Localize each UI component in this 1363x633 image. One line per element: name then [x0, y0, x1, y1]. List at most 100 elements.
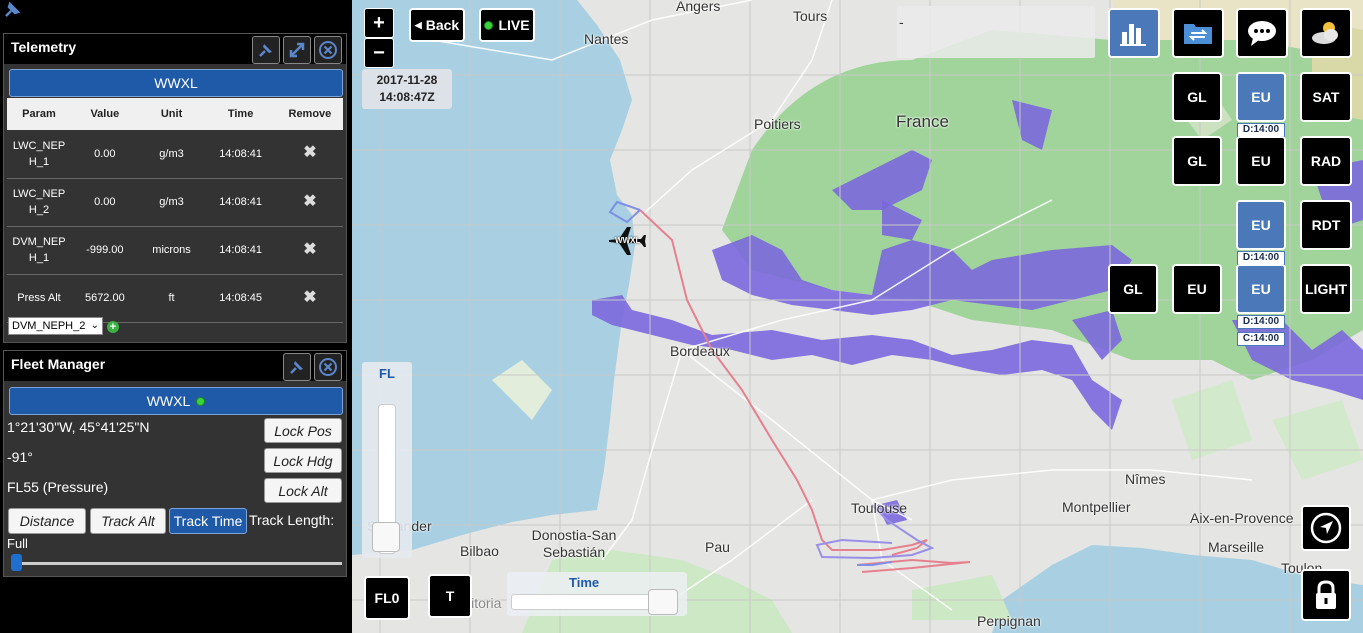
flight-level-slider-handle[interactable] [372, 522, 400, 552]
layer-sat-button[interactable]: SAT [1300, 72, 1352, 122]
add-param-icon[interactable]: + [107, 321, 119, 333]
zoom-in-button[interactable]: + [364, 8, 394, 38]
telemetry-registration-bar[interactable]: WWXL [9, 69, 343, 97]
table-row: LWC_NEPH_1 0.00 g/m3 14:08:41 ✖ [7, 130, 343, 179]
layer-time-badge: D:14:00 [1237, 251, 1285, 265]
status-dot-icon [196, 396, 206, 406]
param-name: LWC_NEPH_1 [7, 130, 71, 179]
layer-eu-button[interactable]: EU [1236, 200, 1286, 250]
telemetry-header: Telemetry [4, 34, 346, 64]
param-time: 14:08:41 [204, 226, 277, 275]
navigate-icon [1310, 512, 1342, 544]
search-input[interactable]: - [897, 6, 1095, 58]
remove-button[interactable]: ✖ [276, 226, 343, 275]
datetime-display: 2017-11-28 14:08:47Z [362, 69, 452, 109]
chat-button[interactable] [1236, 8, 1288, 58]
city-label: Nîmes [1125, 471, 1166, 487]
city-label: Montpellier [1062, 499, 1131, 515]
aircraft-altitude: FL55 (Pressure) [7, 479, 109, 495]
telemetry-expand-button[interactable] [283, 36, 311, 64]
layer-gl-button[interactable]: GL [1108, 264, 1158, 314]
table-row: LWC_NEPH_2 0.00 g/m3 14:08:41 ✖ [7, 178, 343, 227]
layer-eu-button[interactable]: EU [1172, 264, 1222, 314]
app-root: Telemetry WWXL Param Value Unit Time Rem… [0, 0, 1363, 633]
distance-button[interactable]: Distance [8, 508, 86, 534]
param-name: LWC_NEPH_2 [7, 178, 71, 227]
lock-map-button[interactable] [1301, 569, 1351, 621]
track-length-slider[interactable] [14, 562, 342, 565]
layer-light-button[interactable]: LIGHT [1300, 264, 1352, 314]
table-row: Press Alt 5672.00 ft 14:08:45 ✖ [7, 274, 343, 323]
param-select-value: DVM_NEPH_2 [12, 320, 86, 332]
map-view[interactable]: Angers Tours Nantes Poitiers France Bord… [352, 0, 1363, 633]
layer-gl-button[interactable]: GL [1172, 72, 1222, 122]
track-time-button[interactable]: Track Time [169, 508, 247, 534]
layer-eu-button[interactable]: EU [1236, 264, 1286, 314]
time-slider-panel: Time [507, 572, 687, 616]
fleet-title: Fleet Manager [11, 356, 106, 372]
time-slider-handle[interactable] [648, 589, 678, 615]
lock-pos-button[interactable]: Lock Pos [264, 418, 342, 443]
param-name: Press Alt [7, 274, 71, 323]
layer-gl-button[interactable]: GL [1172, 136, 1222, 186]
pin-icon[interactable] [2, 0, 22, 20]
city-label: Perpignan [977, 613, 1041, 629]
layer-eu-button[interactable]: EU [1236, 72, 1286, 122]
zoom-out-button[interactable]: − [364, 38, 394, 68]
lock-hdg-button[interactable]: Lock Hdg [264, 448, 342, 473]
layer-rad-button[interactable]: RAD [1300, 136, 1352, 186]
remove-button[interactable]: ✖ [276, 274, 343, 323]
navigate-button[interactable] [1301, 505, 1351, 551]
live-label: LIVE [498, 17, 530, 33]
time-label: Time [569, 575, 600, 590]
charts-button[interactable] [1108, 8, 1160, 58]
aircraft-marker[interactable]: WWXL [607, 224, 647, 258]
track-length-value: Full [7, 536, 28, 551]
param-time: 14:08:41 [204, 178, 277, 227]
fleet-pin-button[interactable] [283, 353, 311, 381]
telemetry-close-button[interactable] [314, 36, 342, 64]
city-label: Pau [705, 539, 730, 555]
track-alt-button[interactable]: Track Alt [90, 508, 166, 534]
column-header-value: Value [71, 98, 139, 130]
table-row: DVM_NEPH_1 -999.00 microns 14:08:41 ✖ [7, 226, 343, 275]
caret-left-icon: ◀ [414, 19, 422, 30]
pin-icon [259, 44, 272, 57]
weather-icon [1312, 22, 1338, 44]
fleet-registration-bar[interactable]: WWXL [9, 387, 343, 415]
search-value: - [899, 14, 904, 30]
param-value: -999.00 [71, 226, 139, 275]
live-button[interactable]: LIVE [479, 8, 535, 42]
column-header-unit: Unit [138, 98, 205, 130]
aircraft-label: WWXL [615, 236, 641, 245]
layer-rdt-button[interactable]: RDT [1300, 200, 1352, 250]
remove-button[interactable]: ✖ [276, 178, 343, 227]
telemetry-pin-button[interactable] [252, 36, 280, 64]
time-text: 14:08:47Z [379, 90, 435, 104]
layer-time-badge: D:14:00 [1237, 123, 1285, 137]
lock-alt-button[interactable]: Lock Alt [264, 478, 342, 503]
city-label: Tours [793, 8, 828, 24]
weather-button[interactable] [1300, 8, 1352, 58]
city-label: Aix-en-Provence [1190, 510, 1294, 526]
close-icon [319, 358, 337, 376]
track-length-slider-handle[interactable] [11, 554, 22, 571]
fleet-close-button[interactable] [314, 353, 342, 381]
t-button[interactable]: T [428, 574, 472, 618]
layer-eu-button[interactable]: EU [1236, 136, 1286, 186]
remove-icon: ✖ [303, 240, 317, 258]
column-header-time: Time [204, 98, 277, 130]
telemetry-table-header: Param Value Unit Time Remove [7, 98, 343, 130]
flight-level-panel: FL [362, 362, 412, 558]
close-icon [319, 41, 337, 59]
fl0-button[interactable]: FL0 [364, 576, 410, 620]
param-value: 0.00 [71, 130, 139, 179]
param-select[interactable]: DVM_NEPH_2 ⌄ [8, 317, 103, 335]
fl-label: FL [379, 366, 395, 381]
remove-button[interactable]: ✖ [276, 130, 343, 179]
city-label: Marseille [1208, 539, 1265, 555]
telemetry-registration: WWXL [154, 75, 198, 91]
folder-transfer-button[interactable] [1172, 8, 1224, 58]
pin-icon [290, 361, 303, 374]
back-button[interactable]: ◀ Back [409, 8, 465, 42]
